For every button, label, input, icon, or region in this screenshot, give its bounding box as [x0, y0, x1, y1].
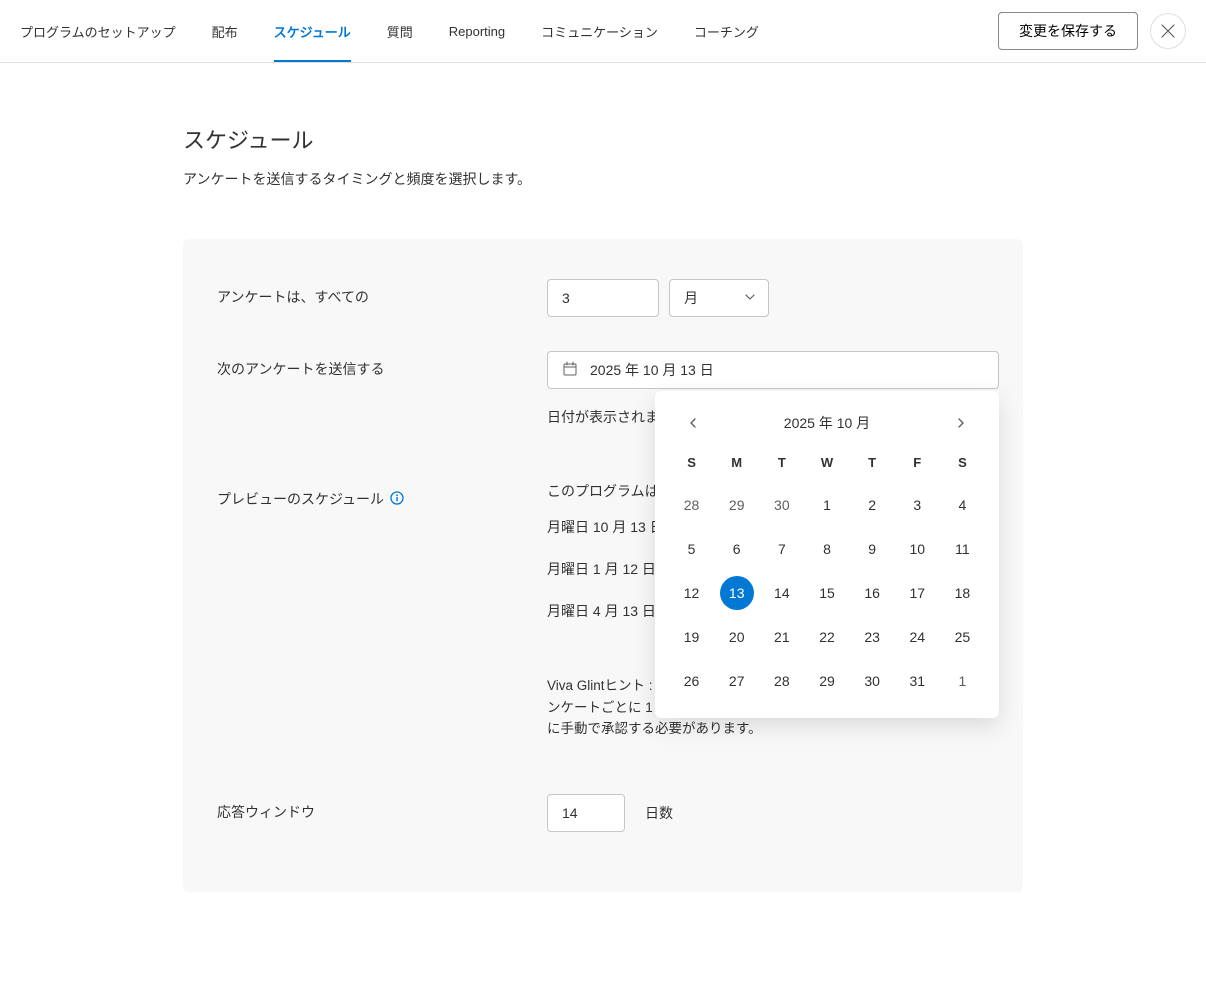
calendar-header: 2025 年 10 月	[669, 409, 985, 447]
calendar-icon	[562, 361, 578, 380]
tab-reporting[interactable]: Reporting	[431, 16, 523, 47]
calendar-next-button[interactable]	[951, 413, 971, 433]
frequency-row: アンケートは、すべての 月	[217, 279, 989, 317]
page: スケジュール アンケートを送信するタイミングと頻度を選択します。 アンケートは、…	[163, 123, 1043, 892]
schedule-card: アンケートは、すべての 月 次のアンケートを送信する	[183, 239, 1023, 892]
calendar-day[interactable]: 9	[855, 532, 889, 566]
calendar-day[interactable]: 7	[765, 532, 799, 566]
calendar-dow: S	[669, 447, 714, 480]
next-send-date-input[interactable]: 2025 年 10 月 13 日	[547, 351, 999, 389]
response-window-suffix: 日数	[645, 803, 673, 823]
tab-list: プログラムのセットアップ 配布 スケジュール 質問 Reporting コミュニ…	[20, 14, 994, 49]
calendar-day[interactable]: 22	[810, 620, 844, 654]
calendar-day[interactable]: 1	[810, 488, 844, 522]
calendar-day[interactable]: 11	[945, 532, 979, 566]
calendar-month-label: 2025 年 10 月	[784, 413, 870, 433]
calendar-day[interactable]: 28	[675, 488, 709, 522]
tab-distribution[interactable]: 配布	[194, 14, 256, 49]
frequency-unit-select[interactable]: 月	[669, 279, 769, 317]
calendar-day[interactable]: 3	[900, 488, 934, 522]
save-button[interactable]: 変更を保存する	[998, 12, 1138, 50]
calendar-dow: W	[804, 447, 849, 480]
calendar-day[interactable]: 27	[720, 664, 754, 698]
close-button[interactable]	[1150, 13, 1186, 49]
calendar-day[interactable]: 24	[900, 620, 934, 654]
calendar-day[interactable]: 23	[855, 620, 889, 654]
calendar-day[interactable]: 29	[810, 664, 844, 698]
frequency-count-input[interactable]	[547, 279, 659, 317]
tab-questions[interactable]: 質問	[369, 14, 431, 49]
calendar-day[interactable]: 5	[675, 532, 709, 566]
calendar-day[interactable]: 21	[765, 620, 799, 654]
calendar-day[interactable]: 17	[900, 576, 934, 610]
page-description: アンケートを送信するタイミングと頻度を選択します。	[183, 169, 1023, 189]
frequency-label: アンケートは、すべての	[217, 279, 547, 307]
calendar-dow: M	[714, 447, 759, 480]
next-send-row: 次のアンケートを送信する 2025 年 10 月 13 日	[217, 351, 989, 427]
calendar-day[interactable]: 20	[720, 620, 754, 654]
tab-communication[interactable]: コミュニケーション	[523, 14, 676, 49]
tab-coaching[interactable]: コーチング	[676, 14, 777, 49]
calendar-day[interactable]: 8	[810, 532, 844, 566]
calendar-day[interactable]: 4	[945, 488, 979, 522]
calendar-day[interactable]: 10	[900, 532, 934, 566]
calendar-day[interactable]: 16	[855, 576, 889, 610]
chevron-down-icon	[744, 290, 756, 306]
calendar-day[interactable]: 29	[720, 488, 754, 522]
calendar-dow: T	[850, 447, 895, 480]
response-window-input[interactable]	[547, 794, 625, 832]
next-send-date-value: 2025 年 10 月 13 日	[590, 360, 714, 380]
calendar-dow: T	[759, 447, 804, 480]
topbar-actions: 変更を保存する	[998, 12, 1186, 50]
calendar-day[interactable]: 2	[855, 488, 889, 522]
chevron-right-icon	[955, 417, 967, 429]
tab-program-setup[interactable]: プログラムのセットアップ	[20, 14, 194, 49]
calendar-day[interactable]: 6	[720, 532, 754, 566]
calendar-day[interactable]: 25	[945, 620, 979, 654]
topbar: プログラムのセットアップ 配布 スケジュール 質問 Reporting コミュニ…	[0, 0, 1206, 63]
calendar-day[interactable]: 26	[675, 664, 709, 698]
calendar-day[interactable]: 1	[945, 664, 979, 698]
calendar-prev-button[interactable]	[683, 413, 703, 433]
next-send-label: 次のアンケートを送信する	[217, 351, 547, 379]
calendar-day[interactable]: 12	[675, 576, 709, 610]
preview-schedule-label: プレビューのスケジュール	[217, 481, 547, 509]
info-icon[interactable]	[390, 491, 404, 508]
response-window-label: 応答ウィンドウ	[217, 794, 547, 822]
calendar-dow: S	[940, 447, 985, 480]
frequency-unit-value: 月	[684, 288, 698, 308]
close-icon	[1161, 24, 1175, 38]
tab-schedule[interactable]: スケジュール	[256, 14, 369, 49]
calendar-day[interactable]: 15	[810, 576, 844, 610]
calendar-day[interactable]: 30	[765, 488, 799, 522]
date-input-wrap: 2025 年 10 月 13 日 2025 年 10 月	[547, 351, 999, 389]
page-title: スケジュール	[183, 123, 1023, 155]
calendar-day[interactable]: 30	[855, 664, 889, 698]
calendar-grid: SMTWTFS282930123456789101112131415161718…	[669, 447, 985, 700]
calendar-day[interactable]: 31	[900, 664, 934, 698]
calendar-day[interactable]: 19	[675, 620, 709, 654]
calendar-dow: F	[895, 447, 940, 480]
date-picker-popup: 2025 年 10 月 SMTWTFS282930123456789101112…	[655, 391, 999, 718]
chevron-left-icon	[687, 417, 699, 429]
calendar-day[interactable]: 13	[720, 576, 754, 610]
calendar-day[interactable]: 28	[765, 664, 799, 698]
calendar-day[interactable]: 18	[945, 576, 979, 610]
response-window-row: 応答ウィンドウ 日数	[217, 794, 989, 832]
calendar-day[interactable]: 14	[765, 576, 799, 610]
